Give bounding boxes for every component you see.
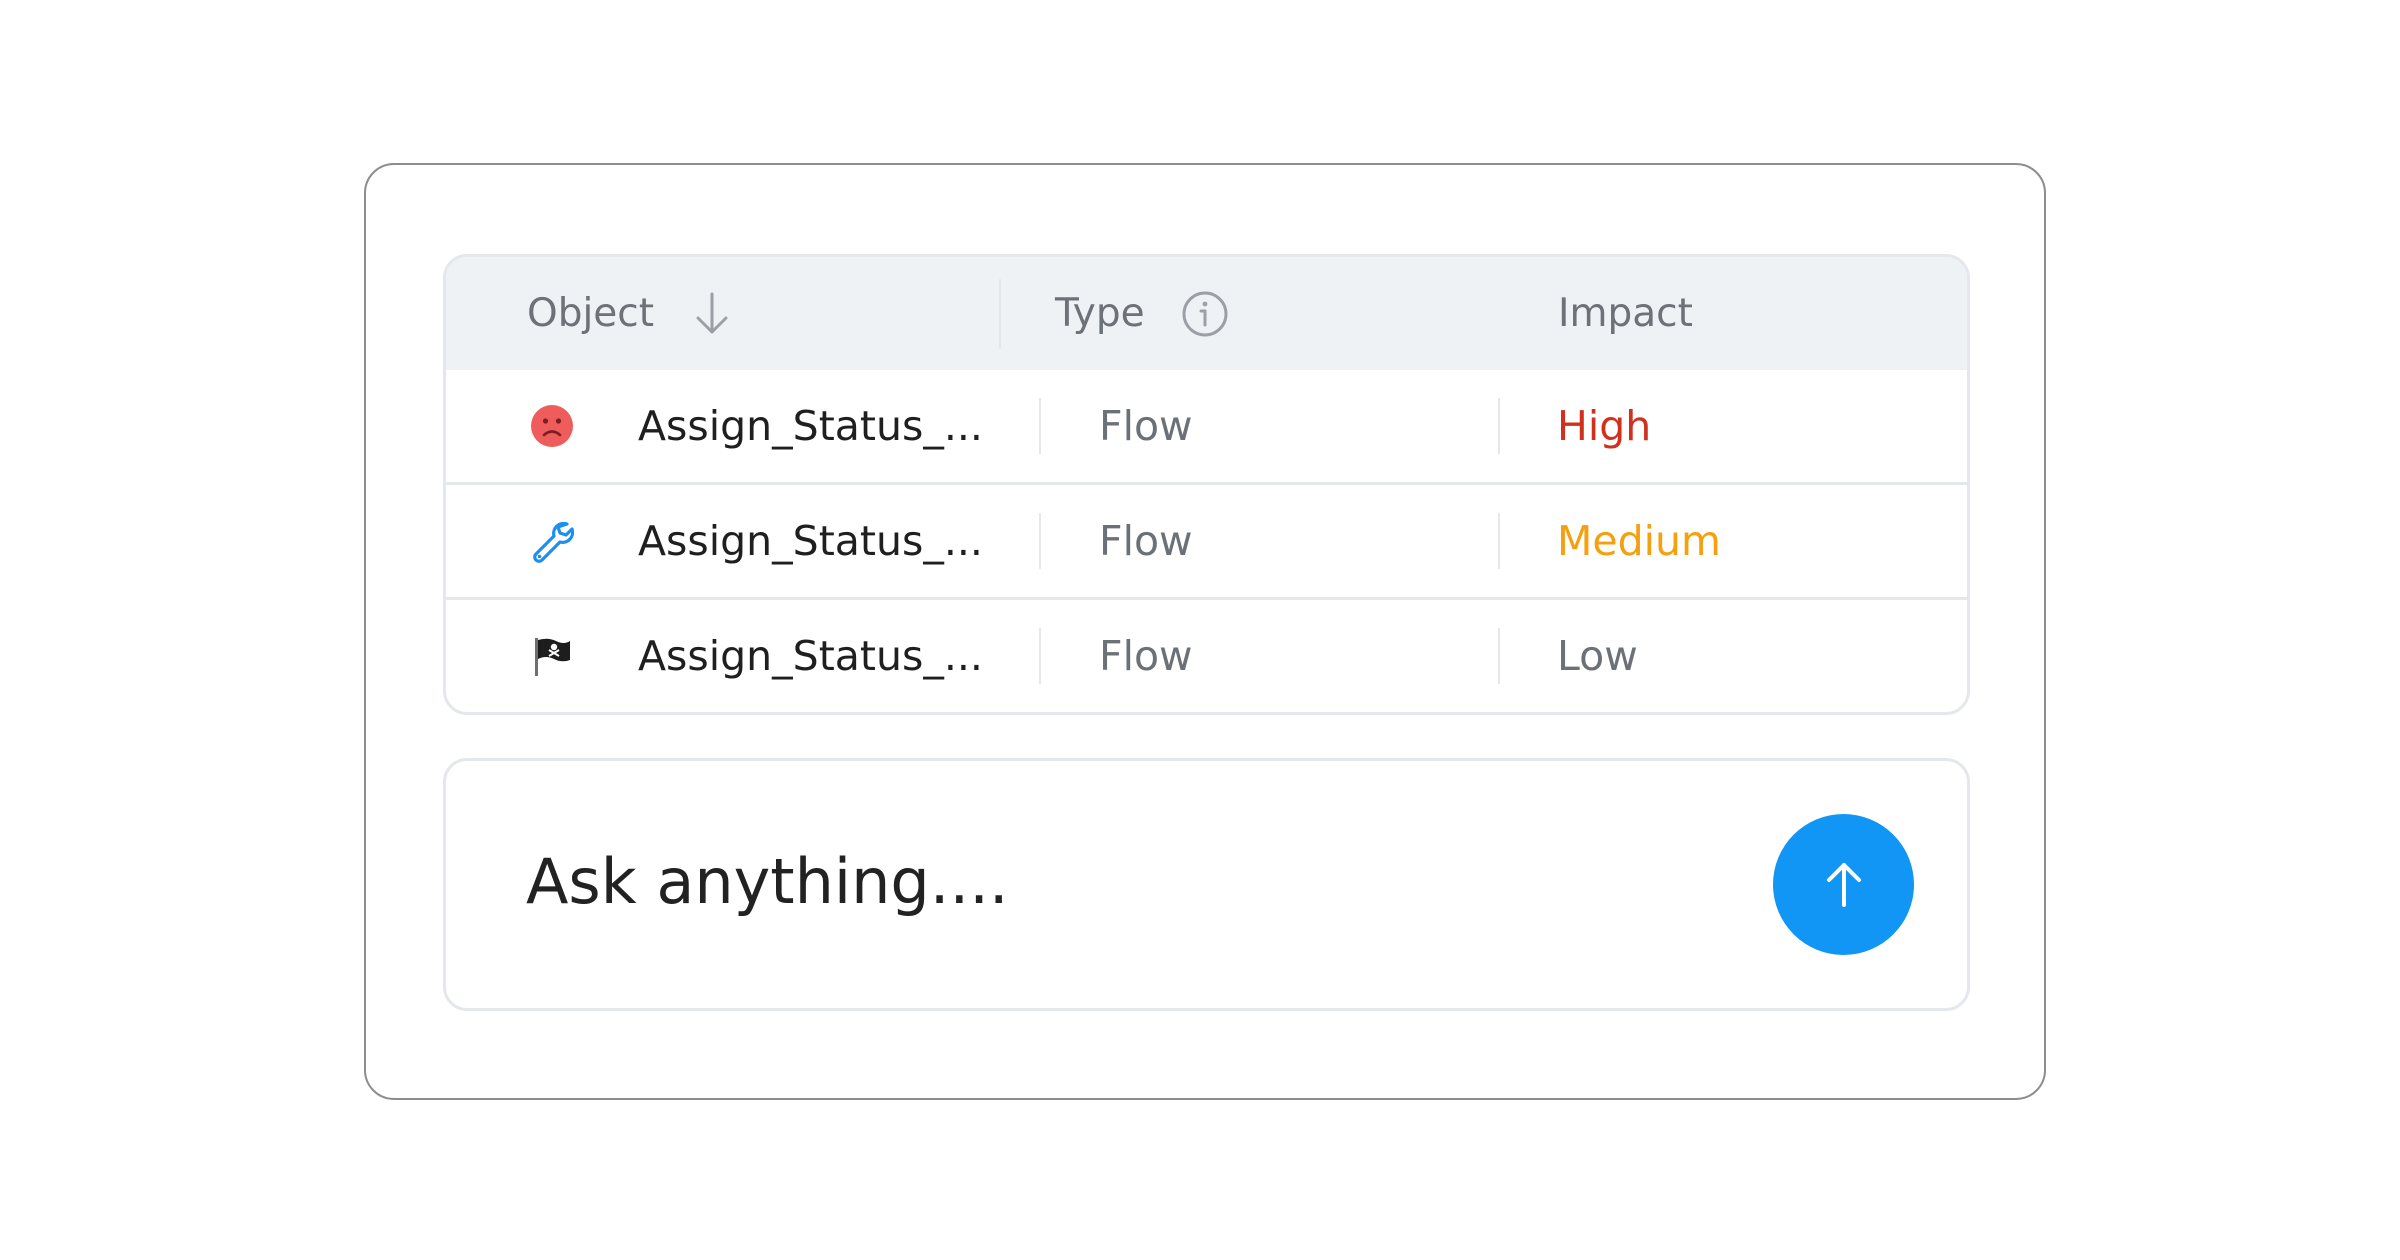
object-name: Assign_Status_... — [638, 517, 983, 565]
table-row[interactable]: Assign_Status_... Flow Medium — [446, 485, 1967, 597]
column-divider — [1498, 398, 1500, 454]
column-divider — [1498, 628, 1500, 684]
object-name: Assign_Status_... — [638, 402, 983, 450]
object-type: Flow — [1099, 402, 1193, 450]
column-divider — [1498, 513, 1500, 569]
object-name: Assign_Status_... — [638, 632, 983, 680]
column-header-object[interactable]: Object — [527, 257, 732, 370]
impact-value: High — [1557, 402, 1652, 450]
column-divider — [1039, 513, 1041, 569]
column-header-impact[interactable]: Impact — [1558, 257, 1693, 370]
impact-table: Object Type Impact Assign_Status_... Flo… — [443, 254, 1970, 715]
object-type: Flow — [1099, 517, 1193, 565]
column-header-type[interactable]: Type — [1055, 257, 1229, 370]
object-type: Flow — [1099, 632, 1193, 680]
chat-card: Object Type Impact Assign_Status_... Flo… — [364, 163, 2046, 1100]
column-divider — [1039, 628, 1041, 684]
info-icon[interactable] — [1181, 290, 1229, 338]
column-header-label: Type — [1055, 291, 1145, 336]
wrench-icon — [533, 521, 574, 563]
column-header-label: Impact — [1558, 291, 1693, 336]
column-header-label: Object — [527, 291, 655, 336]
header-divider — [999, 279, 1001, 349]
table-row[interactable]: Assign_Status_... Flow High — [446, 370, 1967, 482]
send-button[interactable] — [1773, 814, 1914, 955]
ask-input[interactable]: Ask anything.... — [443, 758, 1970, 1011]
sad-face-icon — [531, 405, 573, 447]
ask-placeholder[interactable]: Ask anything.... — [526, 845, 1009, 918]
pirate-flag-icon — [535, 638, 570, 676]
impact-value: Low — [1557, 632, 1638, 680]
arrow-up-icon — [1826, 862, 1861, 907]
column-divider — [1039, 398, 1041, 454]
impact-value: Medium — [1557, 517, 1721, 565]
arrow-down-icon[interactable] — [692, 290, 732, 338]
table-header: Object Type Impact — [446, 257, 1967, 370]
table-row[interactable]: Assign_Status_... Flow Low — [446, 600, 1967, 712]
